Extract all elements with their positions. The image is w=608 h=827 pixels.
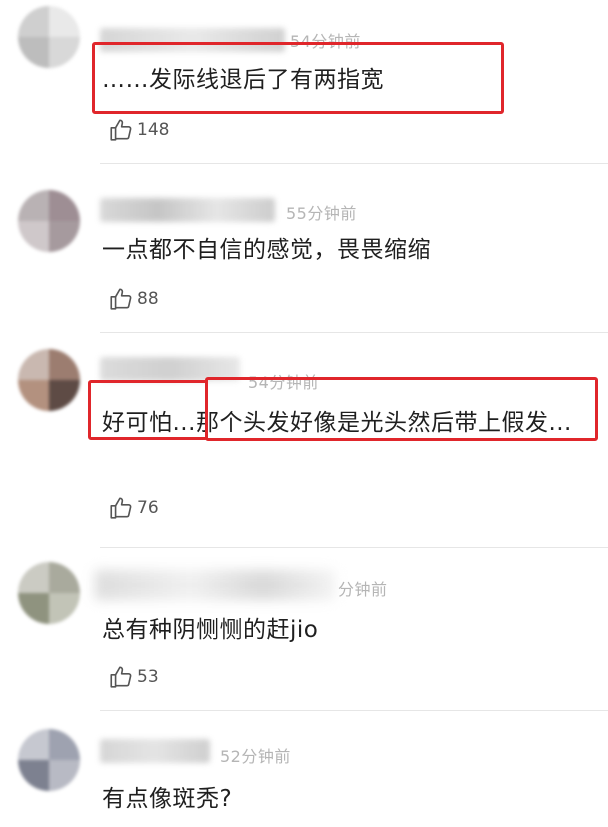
- thumbs-up-icon: [108, 495, 134, 521]
- comment-text: 有点像斑秃?: [102, 786, 233, 812]
- like-count: 148: [137, 120, 170, 140]
- avatar[interactable]: [18, 349, 80, 411]
- like-button[interactable]: 53: [108, 664, 159, 690]
- avatar[interactable]: [18, 562, 80, 624]
- comment-time: 54分钟前: [248, 373, 319, 392]
- comment-text: 好可怕...那个头发好像是光头然后带上假发...: [102, 405, 594, 441]
- avatar[interactable]: [18, 190, 80, 252]
- comment-text-rest: 那个头发好像是光头然后带上假发...: [195, 410, 572, 436]
- username-blurred[interactable]: [100, 28, 285, 52]
- comment-text: ……发际线退后了有两指宽: [102, 67, 384, 93]
- comment-item: 55分钟前 一点都不自信的感觉，畏畏缩缩 88: [0, 170, 608, 335]
- comment-item: 54分钟前 好可怕...那个头发好像是光头然后带上假发... 76: [0, 335, 608, 550]
- username-blurred[interactable]: [100, 198, 275, 222]
- comment-item: 分钟前 总有种阴恻恻的赶jio 53: [0, 550, 608, 715]
- avatar[interactable]: [18, 729, 80, 791]
- like-count: 76: [137, 498, 159, 518]
- divider: [100, 547, 608, 548]
- like-count: 53: [137, 667, 159, 687]
- thumbs-up-icon: [108, 117, 134, 143]
- comment-text-highlight: 好可怕...: [102, 410, 196, 436]
- comment-time: 54分钟前: [290, 32, 361, 51]
- thumbs-up-icon: [108, 286, 134, 312]
- like-button[interactable]: 76: [108, 495, 159, 521]
- like-button[interactable]: 148: [108, 117, 169, 143]
- comment-item: 54分钟前 ……发际线退后了有两指宽 148: [0, 0, 608, 170]
- like-button[interactable]: 88: [108, 286, 159, 312]
- username-blurred[interactable]: [100, 739, 210, 763]
- comment-text: 总有种阴恻恻的赶jio: [102, 617, 319, 643]
- like-count: 88: [137, 289, 159, 309]
- avatar[interactable]: [18, 6, 80, 68]
- comment-text: 一点都不自信的感觉，畏畏缩缩: [102, 237, 431, 263]
- comment-time: 55分钟前: [286, 204, 357, 223]
- username-blurred[interactable]: [95, 570, 335, 600]
- comment-time: 分钟前: [338, 580, 388, 599]
- divider: [100, 163, 608, 164]
- comment-item: 52分钟前 有点像斑秃?: [0, 715, 608, 827]
- divider: [100, 332, 608, 333]
- username-blurred[interactable]: [100, 357, 240, 381]
- divider: [100, 710, 608, 711]
- comment-time: 52分钟前: [220, 747, 291, 766]
- thumbs-up-icon: [108, 664, 134, 690]
